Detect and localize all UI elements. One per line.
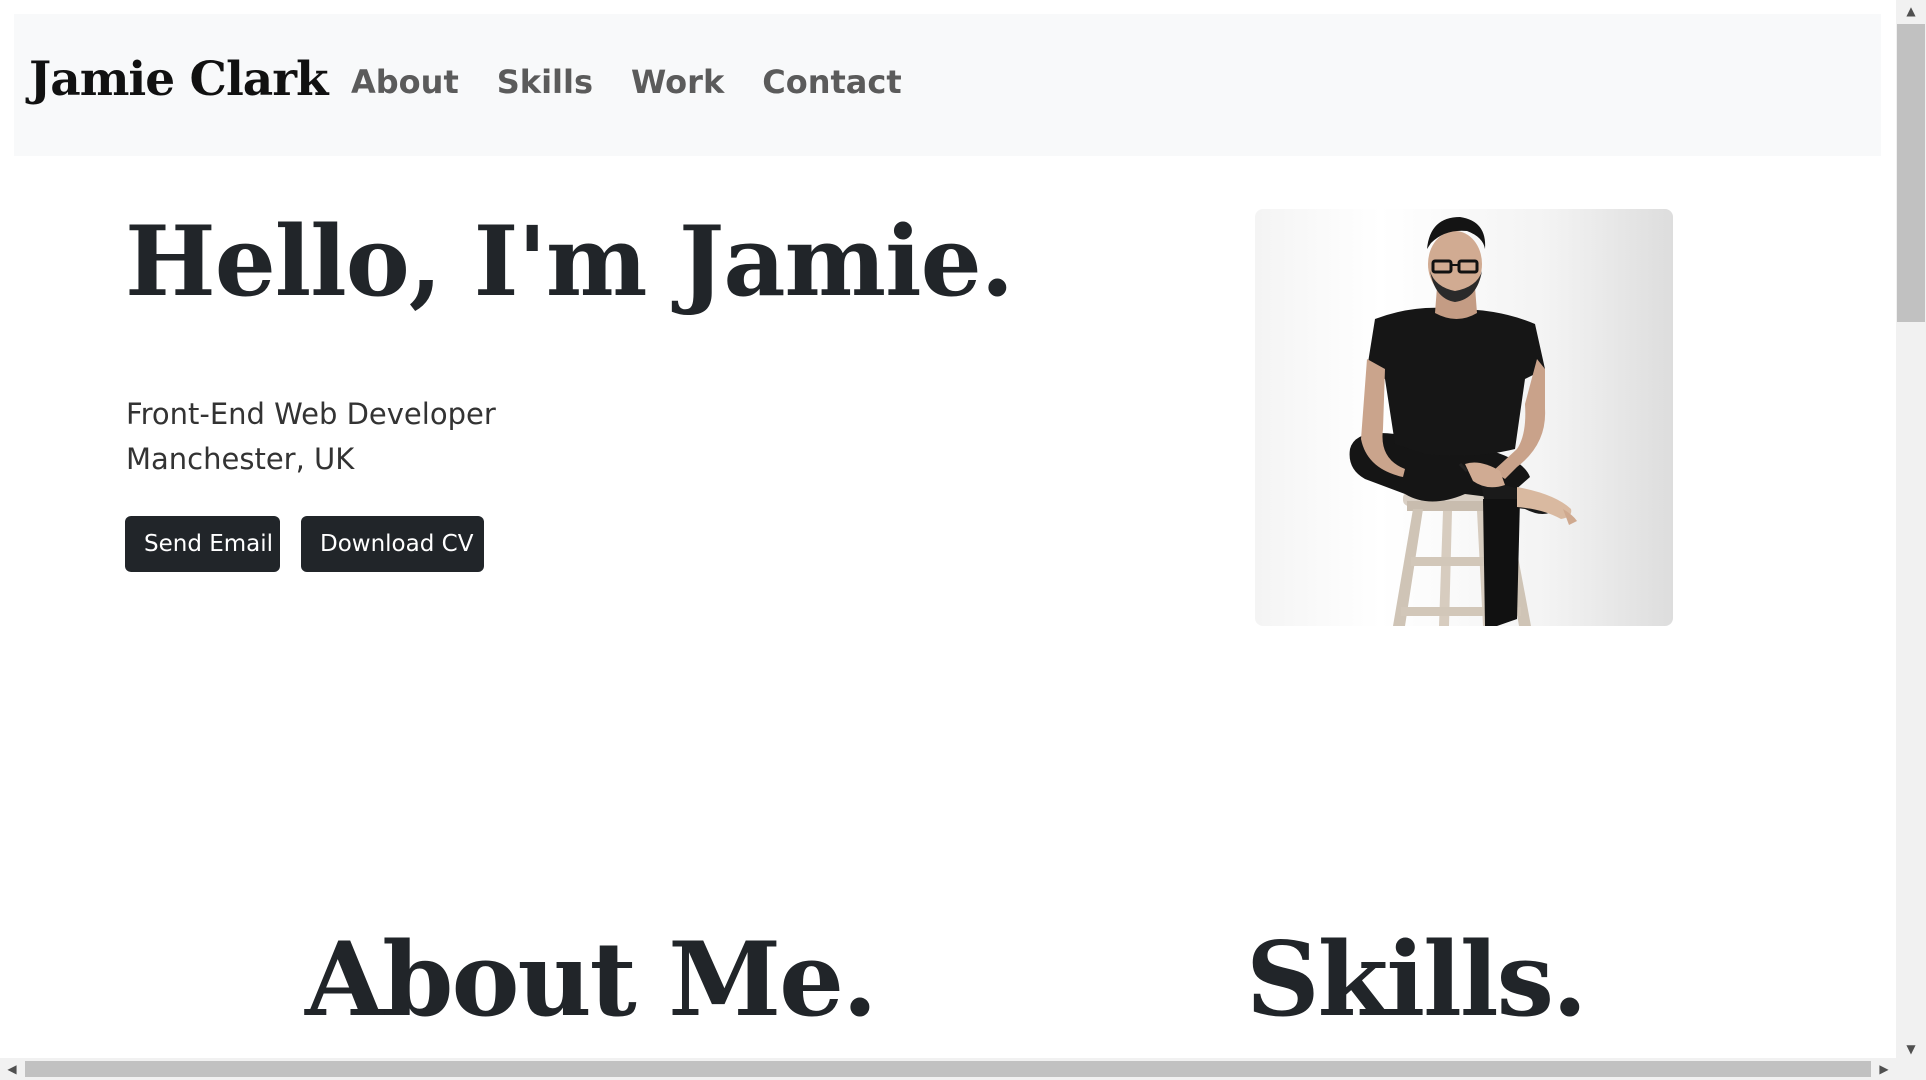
send-email-button[interactable]: Send Email xyxy=(125,516,280,572)
scroll-up-icon[interactable]: ▲ xyxy=(1896,0,1926,22)
scroll-down-icon[interactable]: ▼ xyxy=(1896,1038,1926,1060)
horizontal-scroll-thumb[interactable] xyxy=(25,1061,1871,1077)
portrait-photo xyxy=(1255,209,1673,626)
browser-viewport: Jamie Clark About Skills Work Contact He… xyxy=(0,0,1926,1080)
nav-link-contact[interactable]: Contact xyxy=(762,63,901,101)
scrollbar-corner xyxy=(1896,1058,1926,1080)
nav-link-work[interactable]: Work xyxy=(631,63,724,101)
scroll-right-icon[interactable]: ▶ xyxy=(1872,1058,1896,1080)
nav-link-skills[interactable]: Skills xyxy=(497,63,593,101)
hero-title: Hello, I'm Jamie. xyxy=(125,205,1014,318)
vertical-scroll-thumb[interactable] xyxy=(1897,24,1925,322)
brand-logo[interactable]: Jamie Clark xyxy=(29,52,329,107)
skills-heading: Skills. xyxy=(1246,920,1588,1040)
portrait-illustration xyxy=(1349,217,1577,626)
hero-location: Manchester, UK xyxy=(126,442,355,476)
scroll-left-icon[interactable]: ◀ xyxy=(0,1058,24,1080)
horizontal-scrollbar[interactable]: ◀ ▶ xyxy=(0,1058,1896,1080)
navbar: Jamie Clark About Skills Work Contact xyxy=(14,14,1881,156)
hero-role: Front-End Web Developer xyxy=(126,397,496,431)
about-heading: About Me. xyxy=(305,920,878,1040)
vertical-scrollbar[interactable]: ▲ ▼ xyxy=(1896,0,1926,1060)
nav-links: About Skills Work Contact xyxy=(351,63,902,101)
download-cv-button[interactable]: Download CV xyxy=(301,516,484,572)
nav-link-about[interactable]: About xyxy=(351,63,459,101)
